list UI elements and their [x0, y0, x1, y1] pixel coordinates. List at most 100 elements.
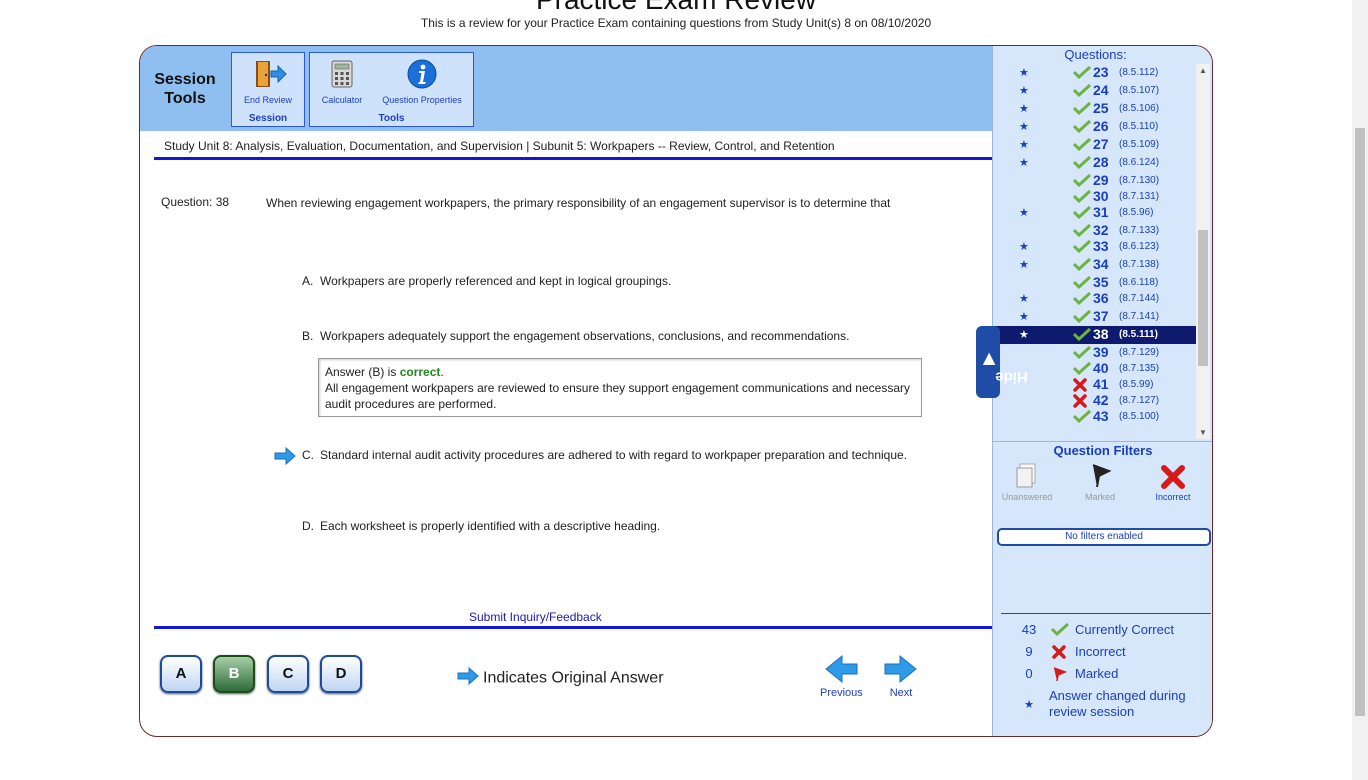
answer-explanation: Answer (B) is correct. All engagement wo…: [318, 358, 922, 417]
question-properties-button[interactable]: Question Properties: [374, 59, 470, 105]
next-button[interactable]: Next: [880, 654, 922, 699]
hide-sidebar-tab[interactable]: ▶ Hide: [976, 326, 1028, 398]
checkmark-icon: [1072, 205, 1092, 222]
answer-button-a[interactable]: A: [160, 655, 202, 693]
filter-unanswered[interactable]: Unanswered: [997, 462, 1057, 502]
question-list-item[interactable]: ★ 23 (8.5.112): [993, 64, 1196, 82]
end-review-button[interactable]: End Review: [232, 59, 304, 105]
option-d[interactable]: D. Each worksheet is properly identified…: [302, 518, 922, 534]
checkmark-icon: [1072, 137, 1092, 154]
question-list-number: 37: [1093, 308, 1109, 324]
stat-marked-label: Marked: [1075, 666, 1119, 681]
question-list-item[interactable]: 32 (8.7.133): [993, 222, 1196, 238]
question-list-ref: (8.5.107): [1119, 85, 1160, 96]
question-list-item[interactable]: 42 (8.7.127): [993, 392, 1196, 408]
question-list-item[interactable]: ★ 26 (8.5.110): [993, 118, 1196, 136]
answer-result: Answer (B) is correct.: [325, 364, 915, 380]
scroll-down-icon[interactable]: ▼: [1199, 428, 1207, 437]
question-list-ref: (8.5.111): [1119, 329, 1158, 340]
answer-changed-star-icon: ★: [1019, 67, 1029, 79]
question-list-ref: (8.7.129): [1119, 347, 1160, 358]
question-list-item[interactable]: ★ 38 (8.5.111): [993, 326, 1196, 344]
question-list-ref: (8.5.109): [1119, 139, 1160, 150]
option-b[interactable]: B. Workpapers adequately support the eng…: [302, 328, 922, 344]
answer-changed-star-icon: ★: [1019, 241, 1029, 253]
arrow-left-icon: [820, 654, 862, 687]
question-list-item[interactable]: 35 (8.6.118): [993, 274, 1196, 290]
filter-status: No filters enabled: [997, 528, 1211, 546]
question-list-item[interactable]: ★ 25 (8.5.106): [993, 100, 1196, 118]
answer-changed-star-icon: ★: [1019, 293, 1029, 305]
original-answer-legend: Indicates Original Answer: [457, 666, 664, 690]
question-list-number: 33: [1093, 238, 1109, 254]
question-list-item[interactable]: ★ 31 (8.5.96): [993, 204, 1196, 222]
answer-changed-star-icon: ★: [1019, 329, 1029, 341]
question-filters-title: Question Filters: [993, 441, 1212, 458]
checkmark-icon: [1072, 119, 1092, 136]
question-list-item[interactable]: 29 (8.7.130): [993, 172, 1196, 188]
filter-unanswered-label: Unanswered: [1001, 492, 1053, 502]
question-list-item[interactable]: ★ 28 (8.6.124): [993, 154, 1196, 172]
answer-button-d[interactable]: D: [320, 655, 362, 693]
checkmark-icon: [1072, 257, 1092, 274]
previous-button[interactable]: Previous: [820, 654, 863, 699]
session-toolbar: Session Tools End Review Session Calcula…: [140, 46, 992, 131]
filter-marked[interactable]: Marked: [1070, 462, 1130, 502]
question-list-number: 27: [1093, 136, 1109, 152]
answer-suffix: .: [440, 365, 444, 379]
checkmark-icon: [1072, 155, 1092, 172]
question-list-number: 40: [1093, 360, 1109, 376]
session-group: End Review Session: [231, 52, 305, 127]
question-list-ref: (8.7.133): [1119, 225, 1160, 236]
question-properties-label: Question Properties: [382, 95, 462, 105]
question-list-ref: (8.7.141): [1119, 311, 1160, 322]
question-list-ref: (8.7.135): [1119, 363, 1160, 374]
calculator-button[interactable]: Calculator: [314, 59, 370, 105]
option-a[interactable]: A. Workpapers are properly referenced an…: [302, 273, 922, 289]
page-scrollbar-thumb[interactable]: [1355, 128, 1365, 716]
filter-incorrect[interactable]: Incorrect: [1143, 462, 1203, 502]
question-list-item[interactable]: 39 (8.7.129): [993, 344, 1196, 360]
checkmark-icon: [1050, 622, 1070, 639]
submit-inquiry-link[interactable]: Submit Inquiry/Feedback: [469, 610, 602, 624]
arrow-right-icon: [880, 654, 922, 687]
checkmark-icon: [1072, 309, 1092, 326]
question-list-ref: (8.7.130): [1119, 175, 1160, 186]
hide-sidebar-label: ▶ Hide: [979, 329, 1028, 389]
question-list-item[interactable]: ★ 27 (8.5.109): [993, 136, 1196, 154]
option-letter: A.: [302, 274, 314, 288]
exam-review-frame: Session Tools End Review Session Calcula…: [139, 45, 1213, 737]
questions-sidebar: Questions: ★ 23 (8.5.112) ★ 24 (8.5.107) ★ 25 (8…: [992, 46, 1212, 736]
question-list-ref: (8.5.106): [1119, 103, 1160, 114]
question-list-item[interactable]: ★ 37 (8.7.141): [993, 308, 1196, 326]
original-answer-arrow-icon: [274, 446, 296, 470]
option-c[interactable]: C. Standard internal audit activity proc…: [302, 447, 922, 463]
question-list-number: 29: [1093, 172, 1109, 188]
question-list-item[interactable]: 43 (8.5.100): [993, 408, 1196, 424]
question-list-scrollbar[interactable]: ▲ ▼: [1196, 64, 1210, 439]
answer-changed-star-icon: ★: [1019, 259, 1029, 271]
original-answer-legend-text: Indicates Original Answer: [483, 669, 664, 687]
question-list-item[interactable]: ★ 36 (8.7.144): [993, 290, 1196, 308]
question-list-scrollbar-thumb[interactable]: [1198, 230, 1208, 366]
original-answer-arrow-icon: [457, 666, 479, 690]
answer-button-c[interactable]: C: [267, 655, 309, 693]
scroll-up-icon[interactable]: ▲: [1199, 66, 1207, 75]
question-list-item[interactable]: ★ 24 (8.5.107): [993, 82, 1196, 100]
question-list-item[interactable]: 30 (8.7.131): [993, 188, 1196, 204]
answer-button-b[interactable]: B: [213, 655, 255, 693]
question-list-item[interactable]: ★ 34 (8.7.138): [993, 256, 1196, 274]
question-list-number: 34: [1093, 256, 1109, 272]
question-list-number: 31: [1093, 204, 1109, 220]
answer-prefix: Answer (B) is: [325, 365, 400, 379]
question-list-item[interactable]: ★ 33 (8.6.123): [993, 238, 1196, 256]
session-tools-label: Session Tools: [154, 71, 216, 107]
answer-changed-star-icon: ★: [1024, 699, 1034, 711]
question-list-number: 25: [1093, 100, 1109, 116]
question-list-number: 38: [1093, 326, 1109, 342]
page-scrollbar[interactable]: [1352, 0, 1368, 780]
hide-label-text: Hide: [995, 368, 1028, 386]
stat-marked-count: 0: [1025, 666, 1033, 681]
divider: [154, 157, 992, 160]
question-text: When reviewing engagement workpapers, th…: [266, 196, 891, 210]
